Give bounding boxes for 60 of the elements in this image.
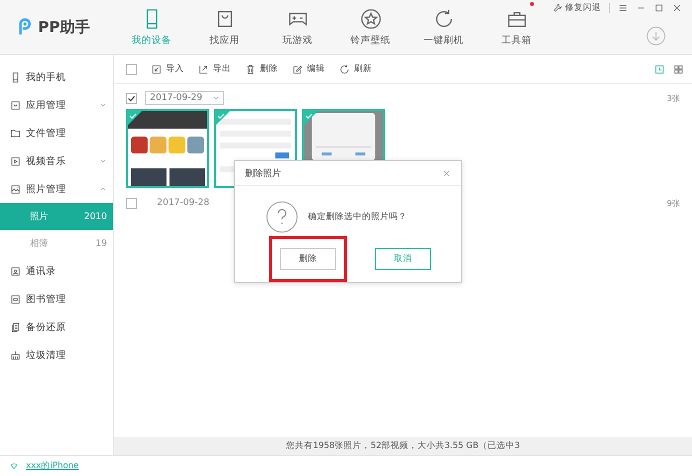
question-icon (266, 201, 298, 233)
nav-tab[interactable]: 玩游戏 (261, 0, 334, 54)
trash-icon (245, 64, 256, 74)
checkmark-icon (304, 111, 318, 125)
date-dropdown[interactable]: 2017-09-29 (145, 91, 224, 105)
dialog-title: 删除照片 (245, 168, 281, 180)
group-checkbox[interactable] (126, 92, 137, 104)
photo-count: 3张 (666, 92, 680, 104)
import-icon (151, 64, 162, 74)
dialog-message: 确定删除选中的照片吗？ (308, 211, 407, 223)
nav-tab[interactable]: 找应用 (188, 0, 261, 54)
wifi-icon (10, 462, 18, 470)
copy-icon (10, 322, 21, 332)
toolbar-button[interactable]: 编辑 (292, 63, 325, 75)
sidebar-item[interactable]: 通讯录 (0, 257, 113, 285)
dialog-button[interactable]: 删除 (280, 248, 336, 270)
group-checkbox[interactable] (126, 198, 137, 208)
checkmark-icon (216, 111, 230, 125)
sidebar-item[interactable]: 备份还原 (0, 313, 113, 341)
timeline-icon[interactable] (654, 64, 665, 74)
close-icon[interactable] (442, 168, 451, 178)
edit-icon (292, 64, 303, 74)
app-icon (10, 100, 21, 110)
close-icon[interactable] (672, 3, 682, 13)
repair-button[interactable]: 修复闪退 (553, 2, 601, 14)
refresh-icon (339, 64, 350, 74)
toolbar-button[interactable]: 导入 (151, 63, 184, 75)
maximize-icon[interactable] (654, 3, 664, 13)
phone-icon (10, 72, 21, 82)
sidebar-item[interactable]: 应用管理 (0, 91, 113, 119)
toolbar-button[interactable]: 刷新 (339, 63, 372, 75)
status-text: 您共有1958张照片，52部视频，大小共3.55 GB（已选中3 (286, 440, 520, 452)
toolbar-button[interactable]: 删除 (245, 63, 278, 75)
grid-icon[interactable] (673, 64, 684, 74)
sidebar-item[interactable]: 文件管理 (0, 119, 113, 147)
nav-tab[interactable]: 工具箱 (480, 0, 553, 54)
wrench-icon (553, 3, 563, 13)
chevron-icon (212, 94, 220, 102)
menu-icon[interactable] (618, 3, 628, 13)
sidebar-item[interactable]: 图书管理 (0, 285, 113, 313)
select-all-checkbox[interactable] (126, 64, 137, 74)
sidebar-item[interactable]: 我的手机 (0, 63, 113, 91)
play-icon (10, 156, 21, 166)
image-icon (10, 184, 21, 194)
book-icon (10, 294, 21, 304)
sidebar-item[interactable]: 照片管理 (0, 175, 113, 203)
star-icon (360, 8, 382, 30)
export-icon (198, 64, 209, 74)
date-label: 2017-09-28 (156, 198, 210, 208)
photo-count: 9张 (666, 198, 680, 208)
broom-icon (10, 350, 21, 360)
sidebar-item[interactable]: 垃圾清理 (0, 341, 113, 369)
app-name: PP助手 (38, 18, 90, 36)
nav-tab[interactable]: 一键刷机 (407, 0, 480, 54)
contact-icon (10, 266, 21, 276)
checkmark-icon (128, 111, 142, 125)
folder-icon (10, 128, 21, 138)
sidebar-item[interactable]: 视频音乐 (0, 147, 113, 175)
nav-tab[interactable]: 铃声壁纸 (334, 0, 407, 54)
toolbar-button[interactable]: 导出 (198, 63, 231, 75)
